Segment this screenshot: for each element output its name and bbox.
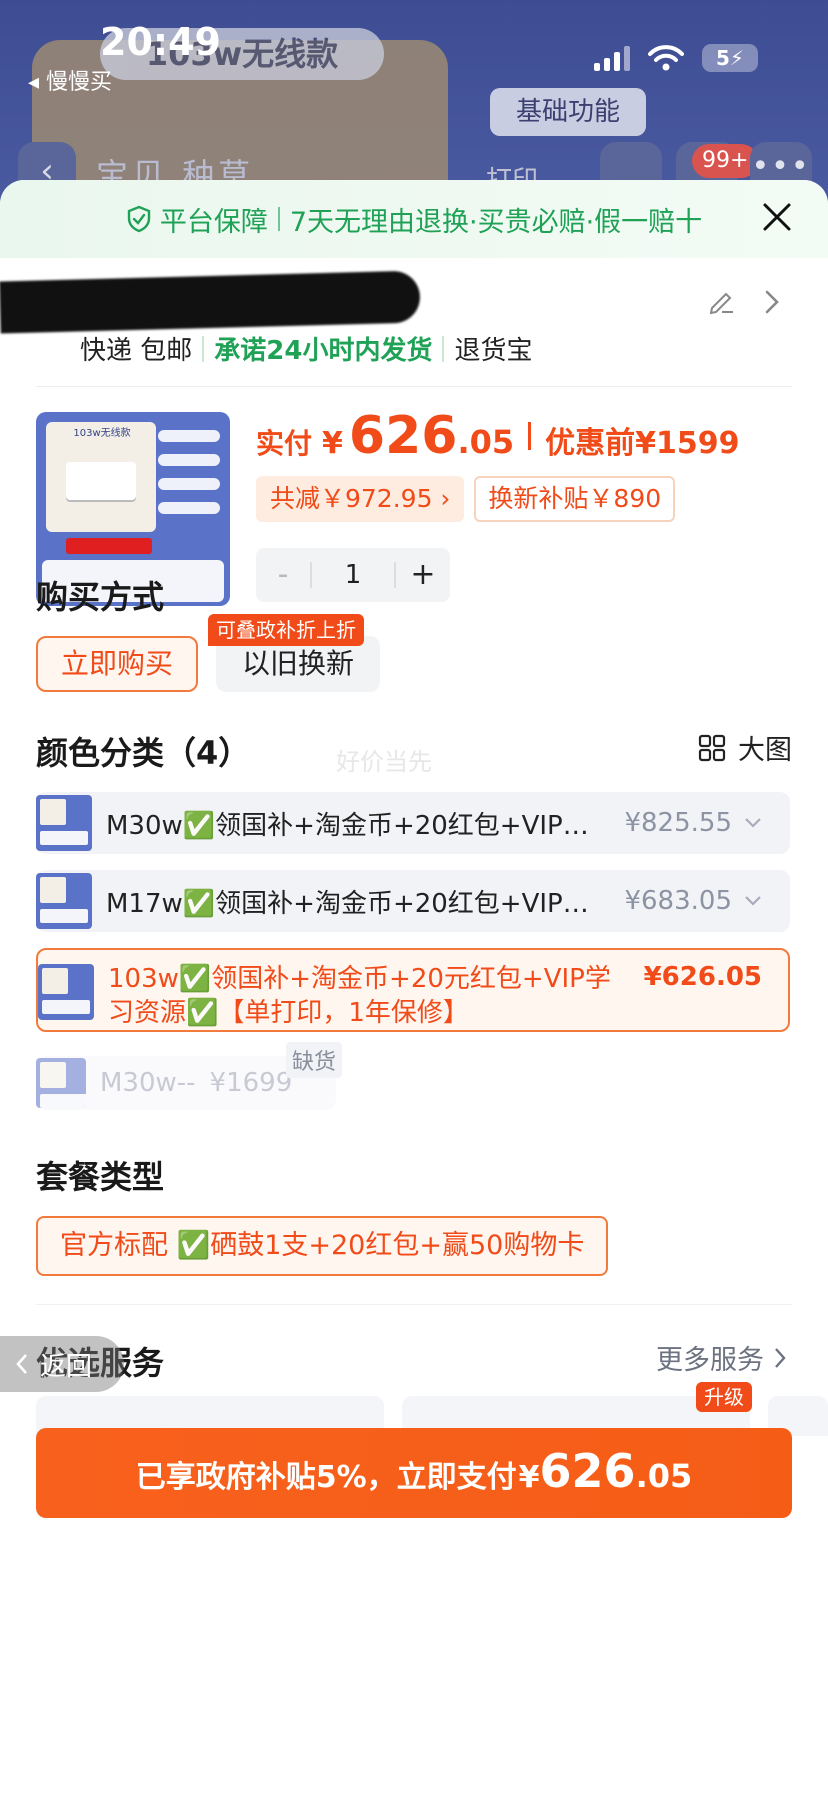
option-price: ¥1699 <box>209 1068 293 1098</box>
more-services-link[interactable]: 更多服务 <box>656 1338 788 1377</box>
out-of-stock-badge: 缺货 <box>286 1042 343 1078</box>
status-indicators: 5⚡ <box>594 44 758 72</box>
redacted-address <box>0 270 421 334</box>
big-image-label: 大图 <box>738 735 792 766</box>
wifi-icon <box>648 45 684 71</box>
printer-image <box>66 462 136 500</box>
price-separator <box>528 422 532 450</box>
original-price: ¥1599 <box>635 426 740 461</box>
guarantee-banner: 平台保障 7天无理由退换·买贵必赔·假一赔十 <box>0 180 828 258</box>
chevron-right-icon <box>775 1347 786 1368</box>
option-thumbnail <box>36 1058 86 1108</box>
product-image-tags <box>158 430 220 526</box>
chevron-left-icon <box>16 1354 27 1374</box>
background-feature-tag: 基础功能 <box>490 88 646 136</box>
total-discount-chip[interactable]: 共减￥972.95 › <box>256 476 465 522</box>
shipping-returns: 退货宝 <box>454 336 533 366</box>
option-price: ¥683.05 <box>624 886 732 916</box>
buy-now-option[interactable]: 立即购买 <box>36 636 198 692</box>
watermark: 好价当先 <box>336 748 432 776</box>
product-image-banner <box>66 538 152 554</box>
pay-decimal: .05 <box>635 1457 693 1495</box>
chevron-down-icon[interactable] <box>744 895 762 907</box>
option-price: ¥825.55 <box>624 808 732 838</box>
guarantee-label: 平台保障 <box>159 206 268 238</box>
shipping-info: 快递 包邮 承诺24小时内发货 退货宝 <box>80 330 532 367</box>
color-option[interactable]: M30w✅领国补+淘金币+20红包+VIP学习资源 ¥825.55 <box>36 792 790 854</box>
floating-back-button[interactable]: 返回 <box>0 1336 124 1392</box>
quantity-stepper: - 1 + <box>256 548 450 602</box>
upgrade-badge: 升级 <box>696 1382 752 1412</box>
trade-in-subsidy-chip: 换新补贴￥890 <box>474 476 676 522</box>
option-price: ¥626.05 <box>643 962 762 992</box>
pay-button-text: 已享政府补贴5%，立即支付 <box>135 1460 517 1495</box>
package-type-title: 套餐类型 <box>36 1158 165 1196</box>
close-icon[interactable] <box>760 200 794 234</box>
chevron-right-icon[interactable] <box>762 288 782 316</box>
shipping-separator <box>202 335 205 362</box>
price-decimal: .05 <box>457 423 515 461</box>
shipping-express: 快递 包邮 <box>80 336 193 366</box>
status-back-app[interactable]: ◂ 慢慢买 <box>28 64 112 96</box>
color-option-selected[interactable]: 103w✅领国补+淘金币+20元红包+VIP学习资源✅【单打印，1年保修】 ¥6… <box>36 948 790 1032</box>
color-category-title: 颜色分类（4） <box>36 734 251 772</box>
option-thumbnail <box>38 964 94 1020</box>
color-option[interactable]: M17w✅领国补+淘金币+20红包+VIP学习资源 ¥683.05 <box>36 870 790 932</box>
pay-button[interactable]: 已享政府补贴5%，立即支付 ¥ 626 .05 <box>36 1428 792 1518</box>
pay-currency: ¥ <box>518 1460 540 1495</box>
shield-icon <box>127 205 151 233</box>
chevron-down-icon[interactable] <box>744 817 762 829</box>
original-price-label: 优惠前 <box>545 426 636 461</box>
sku-selector-sheet: 平台保障 7天无理由退换·买贵必赔·假一赔十 快递 包邮 承诺24小时内发货 退… <box>0 180 828 1796</box>
option-name: M30w-- <box>100 1068 196 1098</box>
product-image-title: 103w无线款 <box>73 428 131 439</box>
battery-icon: 5⚡ <box>702 44 758 72</box>
cart-badge: 99+ <box>692 144 759 178</box>
divider <box>36 386 792 387</box>
shipping-promise: 承诺24小时内发货 <box>214 336 433 366</box>
big-image-toggle[interactable]: 大图 <box>698 728 792 767</box>
grid-icon <box>698 734 726 761</box>
edit-icon[interactable] <box>706 286 736 316</box>
price-row: 实付 ¥ 626 .05 优惠前 ¥1599 <box>256 406 740 466</box>
price-integer: 626 <box>348 406 458 466</box>
discount-chips: 共减￥972.95 › 换新补贴￥890 <box>256 476 676 522</box>
stack-subsidy-tag: 可叠政补折上折 <box>208 614 364 646</box>
purchase-method-title: 购买方式 <box>36 578 165 616</box>
option-thumbnail <box>36 873 92 929</box>
status-time: 20:49 <box>100 20 221 64</box>
package-option[interactable]: 官方标配 ✅硒鼓1支+20红包+赢50购物卡 <box>36 1216 609 1276</box>
pay-integer: 626 <box>539 1444 636 1498</box>
increase-quantity-button[interactable]: + <box>396 548 450 602</box>
guarantee-separator <box>277 207 280 231</box>
decrease-quantity-button[interactable]: - <box>256 548 310 602</box>
price-label: 实付 <box>256 427 313 460</box>
floating-back-label: 返回 <box>40 1351 93 1382</box>
price-currency: ¥ <box>322 426 343 461</box>
signal-icon <box>594 45 630 71</box>
option-name: M30w✅领国补+淘金币+20红包+VIP学习资源 <box>106 810 608 841</box>
more-services-label: 更多服务 <box>656 1345 764 1376</box>
quantity-value[interactable]: 1 <box>312 560 394 590</box>
shipping-separator <box>442 335 445 362</box>
option-thumbnail <box>36 795 92 851</box>
option-name: M17w✅领国补+淘金币+20红包+VIP学习资源 <box>106 888 608 919</box>
option-name: 103w✅领国补+淘金币+20元红包+VIP学习资源✅【单打印，1年保修】 <box>108 964 611 1028</box>
divider <box>36 1304 792 1305</box>
guarantee-detail: 7天无理由退换·买贵必赔·假一赔十 <box>289 206 703 238</box>
